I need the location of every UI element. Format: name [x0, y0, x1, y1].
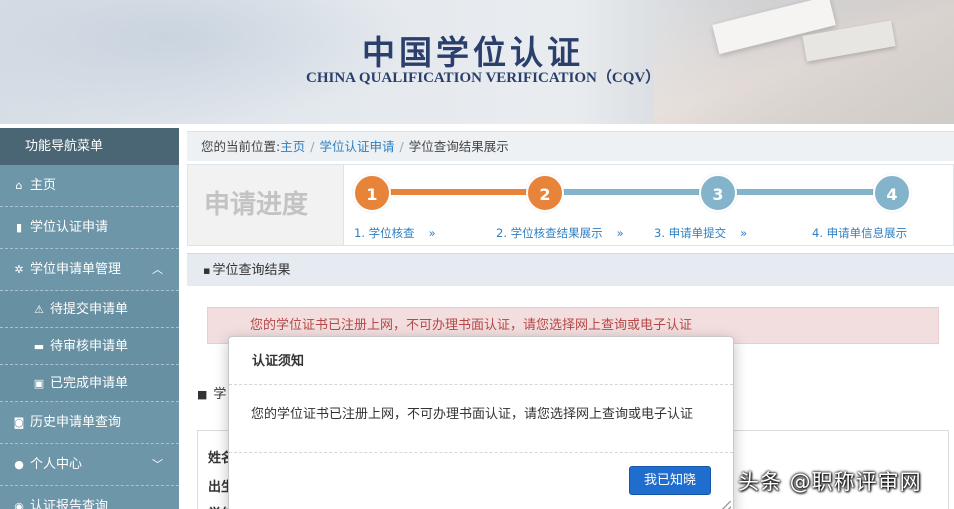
comment-icon: ▪	[203, 264, 211, 277]
home-icon: ⌂	[15, 179, 23, 192]
breadcrumb-link-home[interactable]: 主页	[280, 139, 305, 154]
breadcrumb-separator: /	[399, 139, 404, 154]
gear-icon: ✲	[14, 263, 24, 276]
progress-step-label[interactable]: 1. 学位核查»	[354, 225, 436, 241]
sidebar-item-label: 待提交申请单	[50, 302, 129, 317]
dialog-message: 您的学位证书已注册上网，不可办理书面认证，请您选择网上查询或电子认证	[229, 385, 733, 453]
sidebar-item-label: 学位申请单管理	[30, 262, 122, 277]
progress-step-label[interactable]: 4. 申请单信息展示	[812, 225, 907, 241]
progress-step-1: 1	[353, 174, 391, 212]
chevron-up-icon: ︿	[152, 263, 163, 276]
breadcrumb-separator: /	[310, 139, 315, 154]
header-banner: 中国学位认证 CHINA QUALIFICATION VERIFICATION（…	[0, 0, 954, 124]
file-icon: ▮	[15, 221, 23, 234]
chevron-down-icon: ﹀	[152, 458, 163, 471]
subsection-header: ■ 学	[197, 383, 226, 402]
sidebar-subitem-pending-review[interactable]: ▬ 待审核申请单	[0, 328, 179, 365]
dialog-title: 认证须知	[229, 337, 733, 385]
sidebar-item-profile[interactable]: ● 个人中心 ﹀	[0, 444, 179, 486]
sidebar-item-label: 个人中心	[30, 457, 83, 472]
progress-step-4: 4	[873, 174, 911, 212]
site-title-en: CHINA QUALIFICATION VERIFICATION（CQV）	[306, 70, 661, 86]
progress-step-2: 2	[526, 174, 564, 212]
breadcrumb-current: 学位查询结果展示	[408, 139, 509, 154]
cart-icon: ▬	[33, 340, 45, 353]
progress-step-label[interactable]: 2. 学位核查结果展示»	[496, 225, 624, 241]
subsection-title: 学	[213, 387, 227, 402]
resize-handle-icon[interactable]	[719, 501, 731, 509]
progress-title: 申请进度	[188, 165, 344, 245]
sidebar-subitem-completed[interactable]: ▣ 已完成申请单	[0, 365, 179, 402]
section-header: ▪ 学位查询结果	[187, 253, 954, 286]
progress-step-3: 3	[699, 174, 737, 212]
sidebar-item-label: 认证报告查询	[30, 499, 109, 509]
sidebar-header: 功能导航菜单	[0, 128, 179, 165]
sidebar-item-label: 历史申请单查询	[30, 415, 122, 430]
user-icon: ●	[14, 458, 24, 471]
search-icon: ◉	[14, 500, 24, 509]
camera-icon: ◙	[13, 416, 25, 429]
sidebar-item-label: 已完成申请单	[50, 376, 129, 391]
breadcrumb: 您的当前位置:主页 / 学位认证申请 / 学位查询结果展示	[187, 131, 954, 161]
video-icon: ■	[197, 388, 208, 401]
sidebar-subitem-pending-submit[interactable]: ⚠ 待提交申请单	[0, 291, 179, 328]
sidebar-item-label: 主页	[30, 178, 57, 193]
acknowledge-button[interactable]: 我已知晓	[629, 466, 711, 495]
sidebar-item-report[interactable]: ◉ 认证报告查询	[0, 486, 179, 509]
notice-dialog: 认证须知 您的学位证书已注册上网，不可办理书面认证，请您选择网上查询或电子认证 …	[228, 336, 734, 509]
watermark: 头条 @职称评审网	[738, 470, 922, 494]
world-map-graphic	[0, 0, 420, 124]
sidebar-item-manage[interactable]: ✲ 学位申请单管理 ︿	[0, 249, 179, 291]
briefcase-icon: ▣	[33, 377, 45, 390]
breadcrumb-link-apply[interactable]: 学位认证申请	[319, 139, 394, 154]
warning-icon: ⚠	[34, 303, 44, 316]
sidebar-item-label: 待审核申请单	[50, 339, 129, 354]
sidebar-item-apply[interactable]: ▮ 学位认证申请	[0, 207, 179, 249]
sidebar-item-home[interactable]: ⌂ 主页	[0, 165, 179, 207]
breadcrumb-prefix: 您的当前位置:	[201, 139, 281, 154]
sidebar-item-history[interactable]: ◙ 历史申请单查询	[0, 402, 179, 444]
sidebar-item-label: 学位认证申请	[30, 220, 109, 235]
progress-track-done	[374, 189, 548, 195]
application-progress: 申请进度 1 2 3 4 1. 学位核查» 2. 学位核查结果展示» 3. 申请…	[187, 164, 954, 246]
sidebar-nav: 功能导航菜单 ⌂ 主页 ▮ 学位认证申请 ✲ 学位申请单管理 ︿ ⚠ 待提交申请单 ▬ 待…	[0, 128, 179, 509]
section-title: 学位查询结果	[212, 263, 291, 278]
progress-step-label[interactable]: 3. 申请单提交»	[654, 225, 747, 241]
